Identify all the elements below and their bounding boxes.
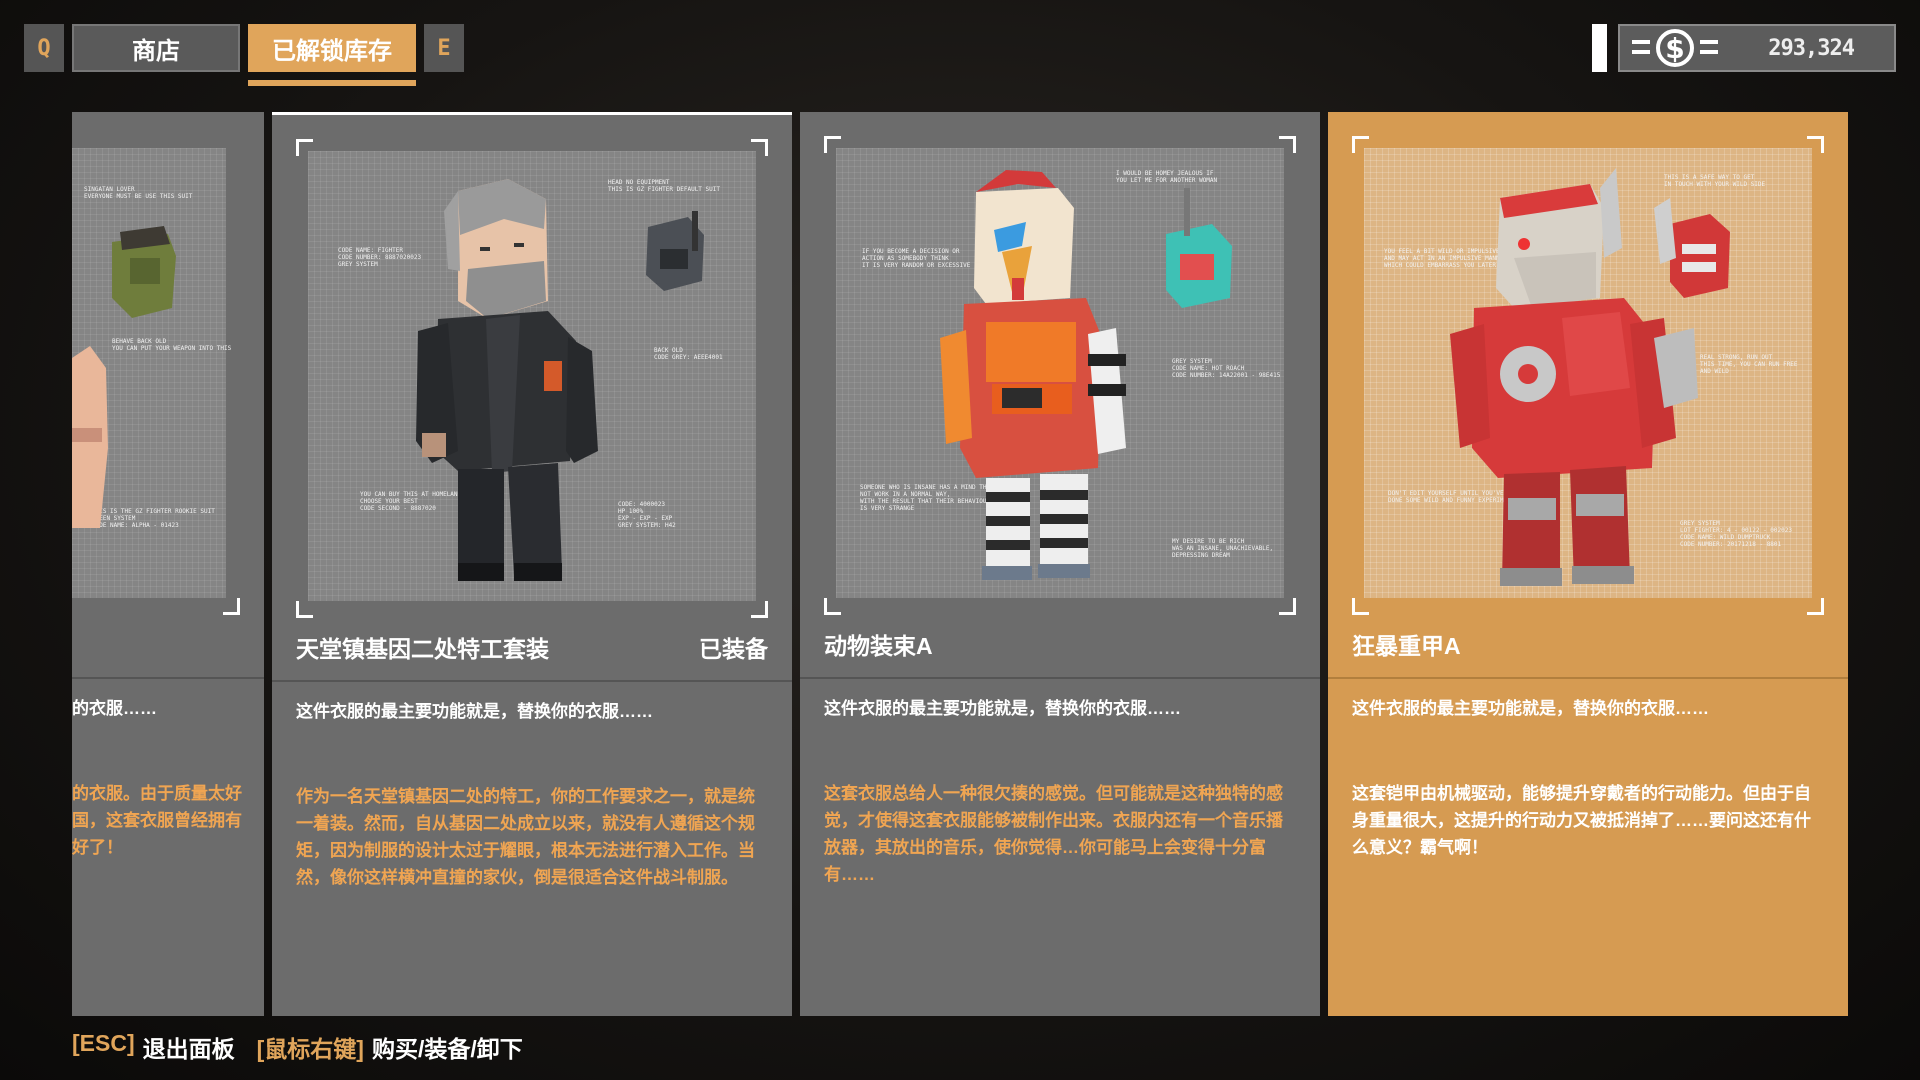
tab-shop[interactable]: 商店: [72, 24, 240, 72]
card-divider: [800, 677, 1320, 679]
outfit-function-text: 的衣服……: [72, 699, 157, 718]
outfit-artwork: I WOULD BE HOMEY JEALOUS IF YOU LET ME F…: [836, 148, 1284, 598]
outfit-artwork: CODE NAME: FIGHTER CODE NUMBER: 88870200…: [308, 151, 756, 601]
card-divider: [72, 677, 264, 679]
outfit-name: 动物装束A: [824, 633, 933, 659]
buy-equip-unequip-hint[interactable]: 购买/装备/卸下: [372, 1030, 523, 1064]
equipped-status: 已装备: [699, 636, 768, 662]
currency-display: $ 293,324: [1618, 24, 1896, 72]
tab-unlocked-inventory[interactable]: 已解锁库存: [248, 24, 416, 72]
e-key-hint[interactable]: E: [424, 24, 464, 72]
esc-key-label: [ESC]: [72, 1030, 135, 1056]
dollar-coin-icon: $: [1632, 29, 1718, 67]
outfit-artwork: THIS IS A SAFE WAY TO GET IN TOUCH WITH …: [1364, 148, 1812, 598]
outfit-description: 这套铠甲由机械驱动，能够提升穿戴者的行动能力。但由于自身重量很大，这提升的行动力…: [1352, 784, 1811, 857]
agent-figure: [416, 179, 704, 581]
outfit-name: 狂暴重甲A: [1352, 633, 1461, 659]
q-key-hint[interactable]: Q: [24, 24, 64, 72]
right-click-key-label: [鼠标右键]: [256, 1036, 364, 1062]
outfit-function-text: 这件衣服的最主要功能就是，替换你的衣服……: [1352, 699, 1709, 718]
outfit-description: 的衣服。由于质量太好 国，这套衣服曾经拥有 好了！: [72, 784, 242, 857]
outfit-card-berserk-armor[interactable]: THIS IS A SAFE WAY TO GET IN TOUCH WITH …: [1328, 112, 1848, 1016]
outfit-description: 作为一名天堂镇基因二处的特工，你的工作要求之一，就是统一着装。然而，自从基因二处…: [296, 787, 755, 887]
currency-bar-marker: [1592, 24, 1607, 72]
card-divider: [272, 680, 792, 682]
outfit-artwork: SINGATAN LOVER EVERYONE MUST BE USE THIS…: [72, 148, 231, 598]
outfit-description: 这套衣服总给人一种很欠揍的感觉。但可能就是这种独特的感觉，才使得这套衣服能够被制…: [824, 784, 1283, 884]
exit-panel-hint[interactable]: 退出面板: [143, 1030, 235, 1064]
rooster-figure: [940, 170, 1232, 580]
outfit-card-agent-suit[interactable]: CODE NAME: FIGHTER CODE NUMBER: 88870200…: [272, 112, 792, 1016]
outfit-card-partial[interactable]: SINGATAN LOVER EVERYONE MUST BE USE THIS…: [72, 112, 264, 1016]
active-tab-indicator: [248, 80, 416, 86]
backpack-figure: [72, 226, 176, 528]
outfit-function-text: 这件衣服的最主要功能就是，替换你的衣服……: [824, 699, 1181, 718]
svg-text:$: $: [1665, 32, 1684, 65]
armor-figure: [1450, 168, 1730, 586]
card-divider: [1328, 677, 1848, 679]
outfit-name: 天堂镇基因二处特工套装: [296, 636, 549, 662]
outfit-card-animal-costume[interactable]: I WOULD BE HOMEY JEALOUS IF YOU LET ME F…: [800, 112, 1320, 1016]
control-hints: [ESC] 退出面板 [鼠标右键] 购买/装备/卸下: [72, 1030, 537, 1064]
outfit-function-text: 这件衣服的最主要功能就是，替换你的衣服……: [296, 702, 653, 721]
currency-amount: 293,324: [1768, 35, 1855, 61]
